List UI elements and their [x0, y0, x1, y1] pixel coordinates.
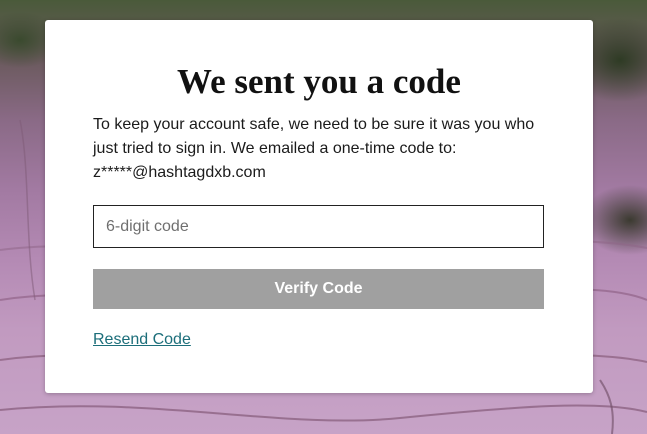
dialog-title: We sent you a code — [177, 62, 461, 101]
verify-code-button[interactable]: Verify Code — [93, 269, 544, 309]
verification-message: To keep your account safe, we need to be… — [93, 113, 545, 185]
message-line-2: just tried to sign in. We emailed a one-… — [93, 140, 457, 157]
resend-code-link[interactable]: Resend Code — [93, 331, 191, 349]
masked-email: z*****@hashtagdxb.com — [93, 164, 266, 181]
code-input[interactable] — [93, 205, 544, 248]
message-line-1: To keep your account safe, we need to be… — [93, 116, 535, 133]
verification-card: We sent you a code To keep your account … — [45, 20, 593, 393]
